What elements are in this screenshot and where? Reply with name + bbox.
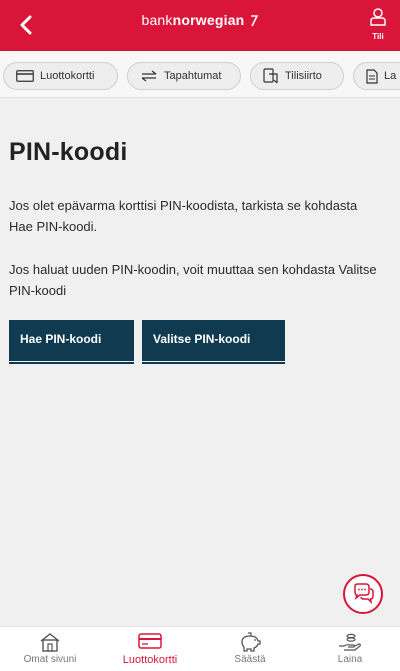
nav-luottokortti[interactable]: Luottokortti [100,627,200,671]
top-bar: banknorwegian Tili [0,0,400,51]
credit-card-icon [16,70,34,82]
nav-omat-sivuni[interactable]: Omat sivuni [0,627,100,671]
main-content: PIN-koodi Jos olet epävarma korttisi PIN… [9,138,389,364]
document-icon [366,68,378,84]
home-icon [40,633,60,652]
chat-button[interactable] [343,574,383,614]
account-button[interactable]: Tili [366,8,390,41]
info-paragraph-get-pin: Jos olet epävarma korttisi PIN-koodista,… [9,198,358,234]
credit-card-icon [138,633,162,649]
bottom-navigation: Omat sivuni Luottokortti Säästä Laina [0,626,400,671]
chat-bubbles-icon [354,583,374,605]
tab-tapahtumat[interactable]: Tapahtumat [127,62,241,90]
piggy-bank-icon [241,632,261,652]
transactions-arrows-icon [141,70,157,82]
bank-norwegian-logo: banknorwegian [0,12,400,28]
loan-hand-icon [339,633,361,651]
info-paragraph-choose-pin: Jos haluat uuden PIN-koodin, voit muutta… [9,262,377,298]
user-icon [370,8,386,26]
tab-tilisiirto[interactable]: Tilisiirto [250,62,344,90]
page-title: PIN-koodi [9,138,128,166]
nav-laina[interactable]: Laina [300,627,400,671]
choose-pin-button[interactable]: Valitse PIN-koodi [142,320,285,364]
tab-laina[interactable]: La [353,62,400,90]
product-tab-strip[interactable]: Luottokortti Tapahtumat Tilisiirto La [0,51,400,98]
nav-saasta[interactable]: Säästä [200,627,300,671]
get-pin-button[interactable]: Hae PIN-koodi [9,320,134,364]
transfer-icon [263,68,278,84]
tab-luottokortti[interactable]: Luottokortti [3,62,118,90]
account-label: Tili [372,32,384,41]
logo-swoosh-icon [250,15,258,27]
